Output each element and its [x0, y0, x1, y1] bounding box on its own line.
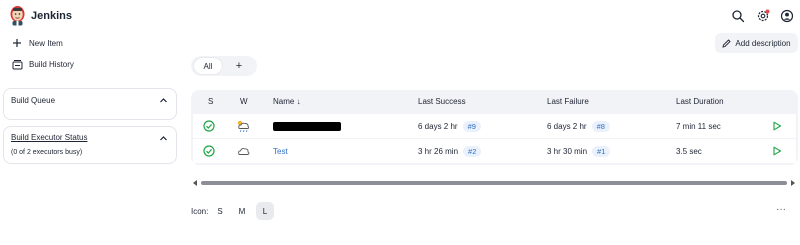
tab-all[interactable]: All [194, 58, 222, 74]
build-history-label: Build History [29, 59, 74, 69]
last-failure-cell: 6 days 2 hr #8 [547, 114, 610, 138]
last-success-cell: 3 hr 26 min #2 [418, 139, 482, 163]
icon-size-small[interactable]: S [211, 202, 229, 220]
build-queue-panel: Build Queue [3, 88, 177, 120]
gear-icon[interactable] [756, 9, 770, 23]
last-duration-cell: 3.5 sec [676, 146, 702, 156]
success-icon [203, 114, 215, 138]
plus-icon [11, 37, 23, 49]
scroll-left-arrow-icon[interactable] [193, 180, 197, 186]
last-duration-cell: 7 min 11 sec [676, 121, 721, 131]
table-row: Test 3 hr 26 min #2 3 hr 30 min #1 3.5 s… [193, 139, 796, 163]
run-build-icon[interactable] [772, 139, 782, 163]
more-options-icon[interactable]: ··· [776, 204, 786, 215]
run-build-icon[interactable] [772, 114, 782, 138]
add-description-button[interactable]: Add description [715, 33, 798, 53]
executor-status-title[interactable]: Build Executor Status [11, 133, 87, 142]
add-view-button[interactable]: + [231, 58, 247, 74]
jenkins-logo-icon[interactable] [9, 5, 26, 26]
last-success-cell: 6 days 2 hr #9 [418, 114, 481, 138]
redacted-name [273, 121, 341, 131]
last-success-time: 6 days 2 hr [418, 121, 458, 131]
executor-status-subtitle: (0 of 2 executors busy) [11, 149, 83, 156]
build-number-link[interactable]: #9 [462, 120, 481, 132]
app-brand[interactable]: Jenkins [31, 10, 72, 22]
user-icon[interactable] [780, 9, 794, 23]
last-success-time: 3 hr 26 min [418, 146, 459, 156]
icon-size-label: Icon: [191, 207, 209, 216]
col-header-last-success[interactable]: Last Success [418, 97, 466, 106]
build-executor-panel: Build Executor Status (0 of 2 executors … [3, 126, 177, 164]
top-bar: Jenkins [0, 0, 800, 32]
col-header-name[interactable]: Name ↓ [273, 97, 301, 106]
last-failure-cell: 3 hr 30 min #1 [547, 139, 611, 163]
col-header-status[interactable]: S [208, 97, 213, 106]
success-icon [203, 139, 215, 163]
job-name-link[interactable] [273, 114, 341, 138]
build-number-link[interactable]: #8 [591, 120, 610, 132]
col-header-last-duration[interactable]: Last Duration [676, 97, 724, 106]
col-header-weather[interactable]: W [240, 97, 248, 106]
pencil-icon [722, 38, 732, 48]
build-number-link[interactable]: #2 [463, 145, 482, 157]
icon-size-medium[interactable]: M [233, 202, 251, 220]
scroll-right-arrow-icon[interactable] [791, 180, 795, 186]
jobs-table: S W Name ↓ Last Success Last Failure Las… [191, 90, 798, 165]
new-item-link[interactable]: New Item [11, 36, 63, 50]
add-description-label: Add description [735, 38, 791, 48]
build-history-link[interactable]: Build History [11, 57, 74, 71]
chevron-up-icon[interactable] [159, 134, 168, 143]
last-failure-time: 3 hr 30 min [547, 146, 588, 156]
job-name-link[interactable]: Test [273, 139, 288, 163]
build-number-link[interactable]: #1 [592, 145, 611, 157]
rain-cloud-icon [236, 114, 251, 138]
search-icon[interactable] [731, 9, 745, 23]
table-row: 6 days 2 hr #9 6 days 2 hr #8 7 min 11 s… [193, 114, 796, 138]
view-tabs: All + [191, 56, 257, 76]
new-item-label: New Item [29, 38, 63, 48]
history-icon [11, 58, 23, 70]
icon-size-large[interactable]: L [256, 202, 274, 220]
horizontal-scrollbar[interactable] [201, 181, 787, 185]
build-queue-title[interactable]: Build Queue [11, 96, 55, 105]
last-failure-time: 6 days 2 hr [547, 121, 587, 131]
cloud-icon [236, 139, 251, 163]
chevron-up-icon[interactable] [159, 96, 168, 105]
col-header-last-failure[interactable]: Last Failure [547, 97, 589, 106]
